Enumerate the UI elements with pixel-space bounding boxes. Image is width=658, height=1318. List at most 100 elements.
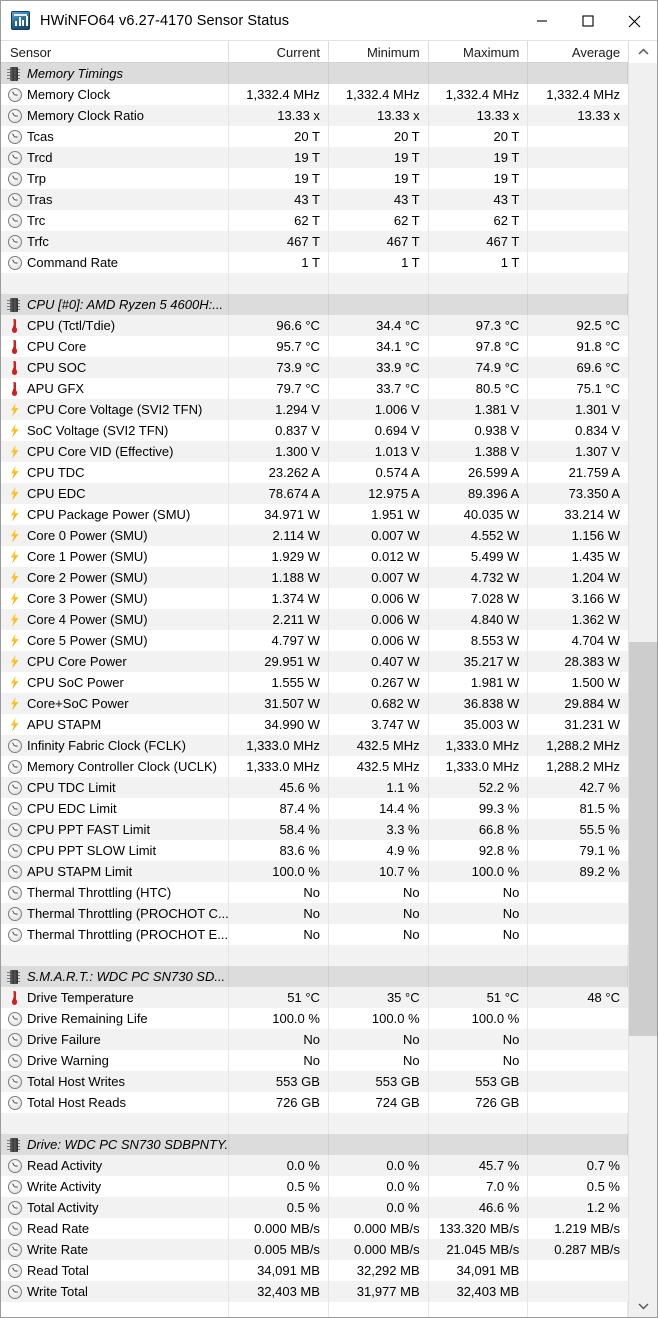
sensor-row[interactable]: Tras 43 T 43 T 43 T: [1, 189, 628, 210]
column-header-row: Sensor Current Minimum Maximum Average: [1, 41, 657, 63]
current-value-cell: 34.971 W: [229, 504, 329, 525]
sensor-row[interactable]: SoC Voltage (SVI2 TFN) 0.837 V 0.694 V 0.93…: [1, 420, 628, 441]
sensor-row[interactable]: Core 3 Power (SMU) 1.374 W 0.006 W 7.028 W 3…: [1, 588, 628, 609]
sensor-rows-container[interactable]: Memory Timings Memory Clock 1,332.4 MHz 1,3…: [1, 63, 628, 1317]
average-value-cell: [528, 882, 628, 903]
average-value-cell: 1.362 W: [571, 612, 620, 627]
clock-icon: [7, 822, 22, 837]
column-header-average[interactable]: Average: [528, 41, 628, 63]
sensor-row[interactable]: Thermal Throttling (PROCHOT C... No No No: [1, 903, 628, 924]
sensor-row[interactable]: Write Activity 0.5 % 0.0 % 7.0 % 0.5 %: [1, 1176, 628, 1197]
sensor-row[interactable]: Total Activity 0.5 % 0.0 % 46.6 % 1.2 %: [1, 1197, 628, 1218]
scroll-up-button[interactable]: [628, 41, 657, 63]
sensor-row[interactable]: Trfc 467 T 467 T 467 T: [1, 231, 628, 252]
thermometer-icon: [7, 381, 22, 396]
sensor-row[interactable]: CPU Core VID (Effective) 1.300 V 1.013 V 1.…: [1, 441, 628, 462]
column-header-minimum[interactable]: Minimum: [329, 41, 429, 63]
minimum-value-cell: 32,292 MB: [329, 1260, 429, 1281]
sensor-row[interactable]: CPU Core Voltage (SVI2 TFN) 1.294 V 1.006 …: [1, 399, 628, 420]
maximize-button[interactable]: [565, 1, 611, 41]
sensor-row[interactable]: Write Rate 0.005 MB/s 0.000 MB/s 21.045 MB/…: [1, 1239, 628, 1260]
sensor-name-cell: Trcd: [1, 147, 230, 168]
current-value-cell: No: [229, 882, 329, 903]
sensor-group-label: Drive: WDC PC SN730 SDBPNTY...: [27, 1137, 229, 1152]
sensor-row[interactable]: Memory Controller Clock (UCLK) 1,333.0 MH…: [1, 756, 628, 777]
sensor-row[interactable]: Command Rate 1 T1 T1 T: [1, 252, 628, 273]
minimum-value-cell: 0.0 %: [329, 1155, 429, 1176]
sensor-name-label: Memory Clock Ratio: [27, 108, 145, 123]
sensor-row[interactable]: CPU EDC Limit 87.4 % 14.4 % 99.3 % 81.5 %: [1, 798, 628, 819]
sensor-row[interactable]: Core 0 Power (SMU) 2.114 W 0.007 W 4.552 W 1…: [1, 525, 628, 546]
lightning-bolt-icon: [7, 528, 22, 543]
clock-icon: [7, 129, 22, 144]
sensor-row[interactable]: Write Total 32,403 MB 31,977 MB 32,403 MB: [1, 1281, 628, 1302]
vertical-scrollbar[interactable]: [628, 63, 657, 1317]
minimum-value-cell: 553 GB: [329, 1071, 429, 1092]
sensor-row[interactable]: Read Activity 0.0 % 0.0 % 45.7 % 0.7 %: [1, 1155, 628, 1176]
maximum-value-cell: 1,333.0 MHz: [429, 756, 529, 777]
maximum-value-cell: 80.5 °C: [429, 378, 529, 399]
sensor-row[interactable]: Core 5 Power (SMU) 4.797 W 0.006 W 8.553 W 4…: [1, 630, 628, 651]
sensor-row[interactable]: CPU PPT SLOW Limit 83.6 % 4.9 % 92.8 % 79.1 …: [1, 840, 628, 861]
maximum-value-cell: 62 T: [429, 210, 529, 231]
sensor-row[interactable]: Tcas 20 T 20 T 20 T: [1, 126, 628, 147]
sensor-name-label: Trfc: [27, 234, 49, 249]
current-value-cell: 100.0 %: [229, 1008, 329, 1029]
sensor-row[interactable]: Memory Clock Ratio 13.33 x 13.33 x 13.33 x1…: [1, 105, 628, 126]
minimize-button[interactable]: [519, 1, 565, 41]
sensor-row[interactable]: Total Host Reads 726 GB 724 GB 726 GB: [1, 1092, 628, 1113]
sensor-row[interactable]: CPU SOC 73.9 °C 33.9 °C 74.9 °C 69.6 °C: [1, 357, 628, 378]
sensor-group-header-row[interactable]: Drive: WDC PC SN730 SDBPNTY...: [1, 1134, 628, 1155]
sensor-row[interactable]: Thermal Throttling (HTC) No No No: [1, 882, 628, 903]
sensor-row[interactable]: Core+SoC Power 31.507 W 0.682 W 36.838 W 29.…: [1, 693, 628, 714]
title-bar[interactable]: HWiNFO64 v6.27-4170 Sensor Status: [1, 1, 657, 41]
lightning-bolt-icon: [7, 654, 22, 669]
sensor-group-header-row[interactable]: S.M.A.R.T.: WDC PC SN730 SD...: [1, 966, 628, 987]
sensor-row[interactable]: Trp 19 T 19 T 19 T: [1, 168, 628, 189]
sensor-row[interactable]: Core 4 Power (SMU) 2.211 W 0.006 W 4.840 W 1…: [1, 609, 628, 630]
current-value-cell: 1,333.0 MHz: [229, 756, 329, 777]
sensor-group-header-row[interactable]: Memory Timings: [1, 63, 628, 84]
sensor-row[interactable]: Total Host Writes 553 GB 553 GB 553 GB: [1, 1071, 628, 1092]
maximum-value-cell: 553 GB: [429, 1071, 529, 1092]
sensor-row[interactable]: Read Rate 0.000 MB/s 0.000 MB/s 133.320 MB/…: [1, 1218, 628, 1239]
sensor-row[interactable]: Drive Warning No No No: [1, 1050, 628, 1071]
sensor-name-cell: CPU Package Power (SMU): [1, 504, 230, 525]
sensor-row[interactable]: CPU Package Power (SMU) 34.971 W 1.951 W 40…: [1, 504, 628, 525]
scrollbar-thumb[interactable]: [629, 642, 657, 1037]
sensor-row[interactable]: Core 2 Power (SMU) 1.188 W 0.007 W 4.732 W 1…: [1, 567, 628, 588]
sensor-group-header-row[interactable]: CPU [#0]: AMD Ryzen 5 4600H:...: [1, 294, 628, 315]
sensor-row[interactable]: CPU TDC 23.262 A 0.574 A 26.599 A 21.759 A: [1, 462, 628, 483]
sensor-row[interactable]: CPU PPT FAST Limit 58.4 % 3.3 % 66.8 % 55.5 …: [1, 819, 628, 840]
sensor-row[interactable]: CPU TDC Limit 45.6 % 1.1 % 52.2 % 42.7 %: [1, 777, 628, 798]
scrollbar-track[interactable]: [629, 63, 657, 1295]
sensor-row[interactable]: CPU Core Power 29.951 W 0.407 W 35.217 W 28.…: [1, 651, 628, 672]
sensor-row[interactable]: Read Total 34,091 MB 32,292 MB 34,091 MB: [1, 1260, 628, 1281]
column-header-current[interactable]: Current: [229, 41, 329, 63]
sensor-row[interactable]: CPU Core 95.7 °C 34.1 °C 97.8 °C 91.8 °C: [1, 336, 628, 357]
column-header-sensor[interactable]: Sensor: [1, 41, 230, 63]
sensor-row[interactable]: Thermal Throttling (PROCHOT E... No No No: [1, 924, 628, 945]
chevron-up-icon: [638, 48, 649, 55]
average-value-cell: [528, 1050, 628, 1071]
sensor-row[interactable]: CPU (Tctl/Tdie) 96.6 °C 34.4 °C 97.3 °C 92.5…: [1, 315, 628, 336]
sensor-row[interactable]: APU GFX 79.7 °C 33.7 °C 80.5 °C 75.1 °C: [1, 378, 628, 399]
average-value-cell: [528, 1134, 628, 1155]
average-value-cell: [528, 231, 628, 252]
sensor-row[interactable]: APU STAPM 34.990 W 3.747 W 35.003 W 31.231 W: [1, 714, 628, 735]
sensor-row[interactable]: CPU EDC 78.674 A 12.975 A 89.396 A 73.350 A: [1, 483, 628, 504]
sensor-row[interactable]: Infinity Fabric Clock (FCLK) 1,333.0 MHz 4…: [1, 735, 628, 756]
sensor-row[interactable]: APU STAPM Limit 100.0 % 10.7 % 100.0 % 89.2 …: [1, 861, 628, 882]
sensor-row[interactable]: Trc 62 T 62 T 62 T: [1, 210, 628, 231]
sensor-row[interactable]: Trcd 19 T 19 T 19 T: [1, 147, 628, 168]
close-button[interactable]: [611, 1, 657, 41]
sensor-row[interactable]: Drive Failure No No No: [1, 1029, 628, 1050]
sensor-row[interactable]: CPU SoC Power 1.555 W 0.267 W 1.981 W 1.500 …: [1, 672, 628, 693]
sensor-row[interactable]: Drive Remaining Life 100.0 % 100.0 % 100.0 …: [1, 1008, 628, 1029]
minimum-value-cell: 0.267 W: [329, 672, 429, 693]
column-header-maximum[interactable]: Maximum: [429, 41, 529, 63]
scroll-down-button[interactable]: [629, 1295, 657, 1317]
sensor-row[interactable]: Memory Clock 1,332.4 MHz 1,332.4 MHz 1,332.…: [1, 84, 628, 105]
sensor-row[interactable]: Drive Temperature 51 °C 35 °C 51 °C 48 °C: [1, 987, 628, 1008]
sensor-row[interactable]: Core 1 Power (SMU) 1.929 W 0.012 W 5.499 W 1…: [1, 546, 628, 567]
